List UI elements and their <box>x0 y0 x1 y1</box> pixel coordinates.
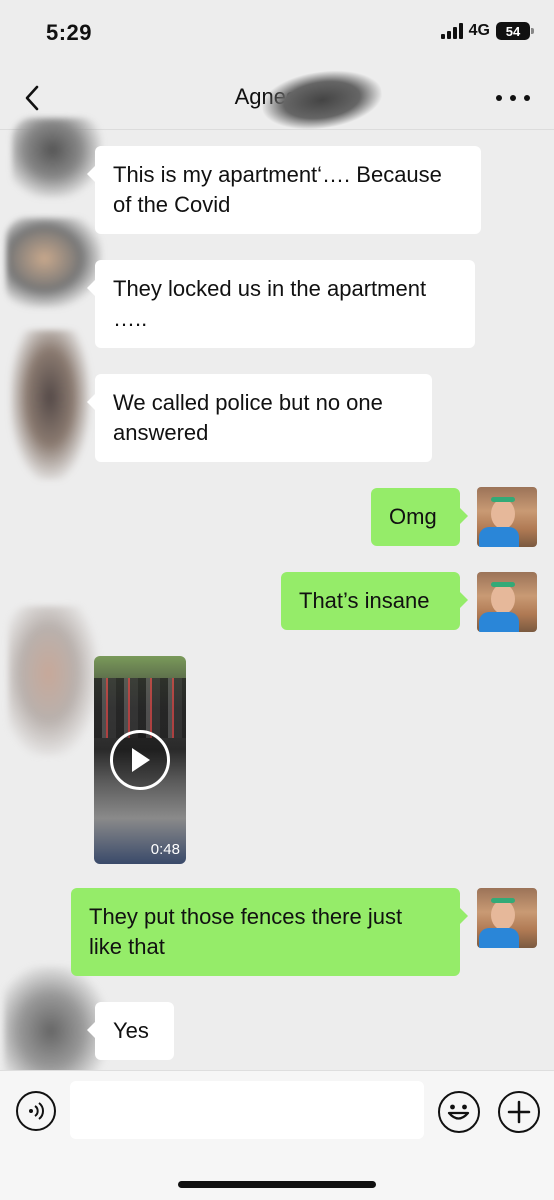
message-list[interactable]: This is my apartment‘…. Because of the C… <box>0 118 554 1096</box>
message-text: ….. <box>113 306 148 331</box>
my-avatar[interactable] <box>477 572 537 632</box>
message-text: like that <box>89 934 165 959</box>
plus-button[interactable] <box>498 1091 540 1133</box>
video-thumbnail <box>94 678 186 738</box>
home-indicator[interactable] <box>178 1181 376 1188</box>
contact-avatar[interactable] <box>8 606 98 756</box>
incoming-message[interactable]: They locked us in the apartment ….. <box>87 260 475 348</box>
outgoing-message[interactable]: They put those fences there just like th… <box>71 888 468 976</box>
message-input[interactable] <box>70 1081 424 1139</box>
chat-screen: 5:29 4G 54 Agnes💕 <box>0 0 554 1200</box>
message-text: That’s insane <box>299 588 430 613</box>
incoming-message[interactable]: Yes <box>87 1002 174 1060</box>
incoming-message[interactable]: This is my apartment‘…. Because of the C… <box>87 146 481 234</box>
voice-icon <box>29 1102 44 1120</box>
play-icon <box>132 748 150 772</box>
message-text: They locked us in the apartment <box>113 276 427 301</box>
battery-level: 54 <box>505 23 521 39</box>
outgoing-message[interactable]: Omg <box>371 488 468 546</box>
contact-avatar[interactable] <box>12 118 102 198</box>
status-bar: 5:29 4G 54 <box>0 0 554 64</box>
my-avatar[interactable] <box>477 487 537 547</box>
message-text: This is my apartment‘…. Because <box>113 162 442 187</box>
outgoing-message[interactable]: That’s insane <box>281 572 468 630</box>
status-indicators: 4G 54 <box>440 22 534 40</box>
incoming-message[interactable]: We called police but no one answered <box>87 374 432 462</box>
message-text: Yes <box>113 1018 149 1043</box>
emoji-button[interactable] <box>438 1091 480 1133</box>
status-time: 5:29 <box>46 20 93 45</box>
my-avatar[interactable] <box>477 888 537 948</box>
more-button[interactable] <box>496 86 530 110</box>
emoji-icon <box>447 1104 470 1120</box>
voice-button[interactable] <box>16 1091 56 1131</box>
more-dots-icon <box>496 95 502 101</box>
plus-icon <box>507 1100 531 1124</box>
play-button[interactable] <box>110 730 170 790</box>
battery-icon: 54 <box>496 22 534 40</box>
signal-icon <box>440 23 463 39</box>
message-text: We called police but no one <box>113 390 383 415</box>
message-text: They put those fences there just <box>89 904 403 929</box>
input-bar <box>0 1070 554 1200</box>
message-text: answered <box>113 420 209 445</box>
message-text: Omg <box>389 504 437 529</box>
video-duration: 0:48 <box>150 841 180 858</box>
video-message[interactable]: 0:48 <box>94 656 186 864</box>
network-type: 4G <box>468 22 490 39</box>
contact-avatar[interactable] <box>10 330 90 480</box>
message-text: of the Covid <box>113 192 231 217</box>
